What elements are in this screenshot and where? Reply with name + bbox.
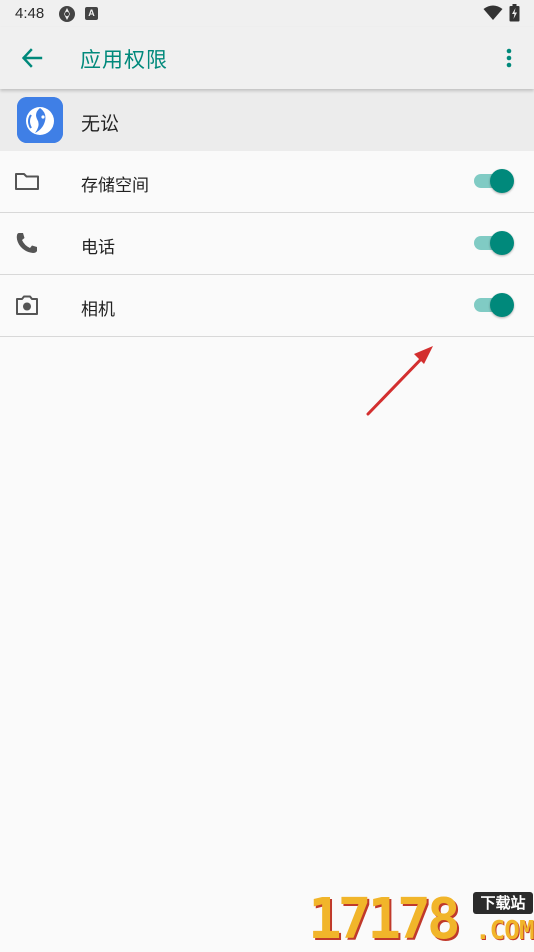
toggle-thumb — [490, 231, 514, 255]
status-time: 4:48 — [15, 5, 45, 22]
phone-toggle[interactable] — [474, 231, 514, 255]
watermark-domain: .COM — [475, 916, 534, 946]
battery-icon — [509, 4, 520, 22]
wifi-icon — [483, 5, 503, 20]
overflow-menu-button[interactable] — [495, 40, 523, 76]
folder-icon — [15, 173, 39, 190]
permission-label: 相机 — [81, 300, 115, 320]
permission-row-phone[interactable]: 电话 — [0, 213, 534, 275]
a-badge-icon: A — [85, 7, 98, 20]
back-button[interactable] — [14, 40, 50, 76]
status-bar: 4:48 A — [0, 0, 534, 27]
phone-icon — [16, 233, 37, 253]
camera-icon — [16, 295, 38, 315]
permission-label: 电话 — [81, 238, 115, 258]
more-vertical-icon — [506, 48, 512, 68]
watermark-badge: 下载站 — [473, 892, 533, 914]
app-name: 无讼 — [81, 113, 120, 135]
arrow-left-icon — [21, 48, 43, 68]
app-header: 无讼 — [0, 89, 534, 151]
permission-label: 存储空间 — [81, 176, 149, 196]
camera-toggle[interactable] — [474, 293, 514, 317]
watermark-logo: 17178 下载站 .COM — [308, 890, 534, 950]
app-bar: 应用权限 — [0, 27, 534, 89]
permission-row-storage[interactable]: 存储空间 — [0, 151, 534, 213]
watermark-digits: 17178 — [308, 887, 461, 952]
permission-list: 存储空间 电话 相机 — [0, 151, 534, 337]
sync-icon — [59, 6, 75, 22]
toggle-thumb — [490, 169, 514, 193]
app-logo-icon — [17, 97, 63, 143]
permission-row-camera[interactable]: 相机 — [0, 275, 534, 337]
annotation-arrow-icon — [366, 346, 433, 416]
page-title: 应用权限 — [80, 48, 168, 72]
toggle-thumb — [490, 293, 514, 317]
storage-toggle[interactable] — [474, 169, 514, 193]
